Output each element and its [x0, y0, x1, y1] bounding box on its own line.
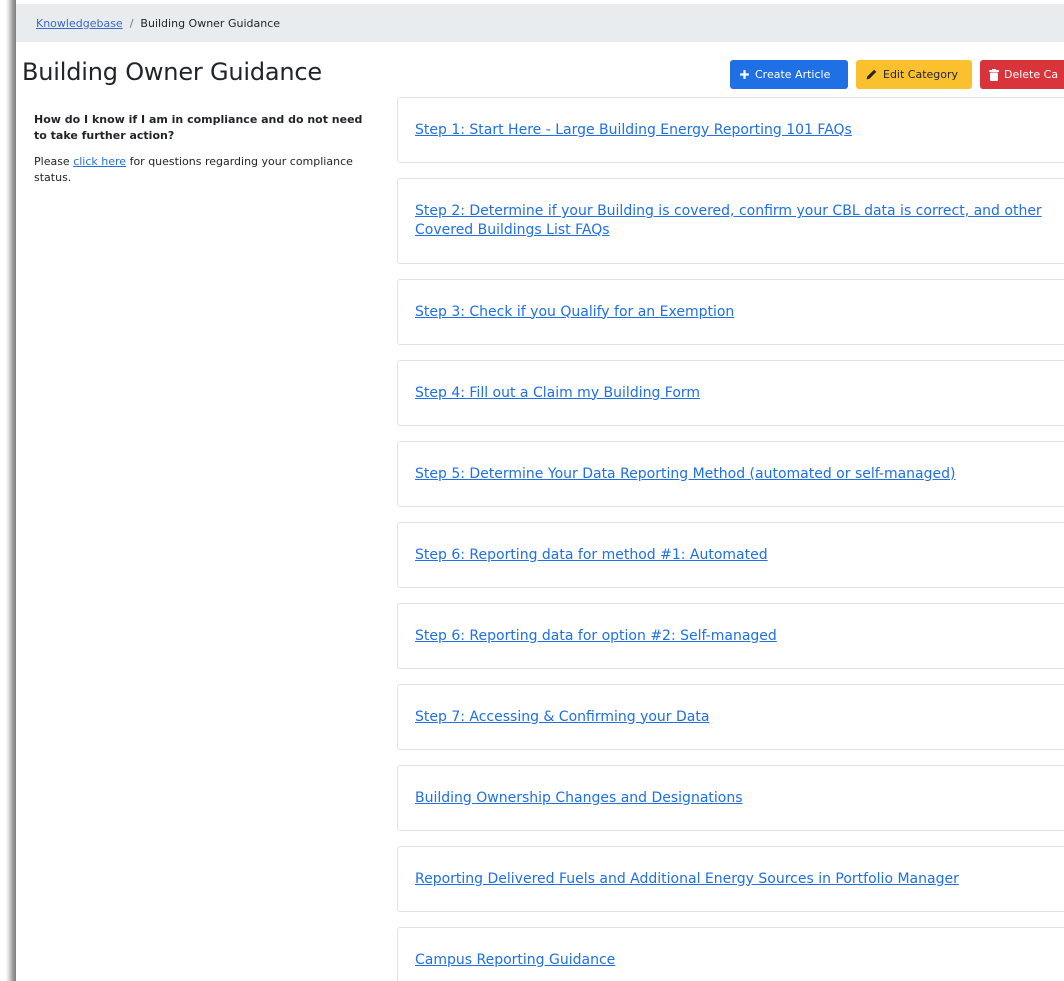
article-link[interactable]: Step 5: Determine Your Data Reporting Me…	[415, 465, 955, 484]
breadcrumb-home-link[interactable]: Knowledgebase	[36, 17, 123, 30]
article-card: Step 1: Start Here - Large Building Ener…	[397, 97, 1064, 163]
article-card: Step 5: Determine Your Data Reporting Me…	[397, 441, 1064, 507]
article-card: Reporting Delivered Fuels and Additional…	[397, 846, 1064, 912]
sidebar-answer: Please click here for questions regardin…	[34, 154, 374, 186]
article-link[interactable]: Step 4: Fill out a Claim my Building For…	[415, 384, 700, 403]
article-link[interactable]: Building Ownership Changes and Designati…	[415, 789, 743, 808]
edit-category-button[interactable]: Edit Category	[856, 60, 972, 89]
article-link[interactable]: Step 6: Reporting data for option #2: Se…	[415, 627, 777, 646]
article-card: Step 7: Accessing & Confirming your Data	[397, 684, 1064, 750]
article-card: Step 3: Check if you Qualify for an Exem…	[397, 279, 1064, 345]
sidebar-answer-prefix: Please	[34, 155, 74, 168]
knowledgebase-page: Knowledgebase / Building Owner Guidance …	[16, 4, 1064, 981]
compliance-click-here-link[interactable]: click here	[73, 155, 126, 168]
article-card: Step 6: Reporting data for option #2: Se…	[397, 603, 1064, 669]
article-card: Step 2: Determine if your Building is co…	[397, 178, 1064, 264]
category-toolbar: Create Article Edit Category Delete Ca	[730, 60, 1064, 89]
delete-category-label: Delete Ca	[1004, 68, 1059, 81]
article-card: Building Ownership Changes and Designati…	[397, 765, 1064, 831]
article-link[interactable]: Campus Reporting Guidance	[415, 951, 615, 970]
article-link[interactable]: Step 3: Check if you Qualify for an Exem…	[415, 303, 734, 322]
create-article-button[interactable]: Create Article	[730, 60, 848, 89]
article-link[interactable]: Step 7: Accessing & Confirming your Data	[415, 708, 709, 727]
create-article-label: Create Article	[755, 68, 831, 81]
sidebar-question: How do I know if I am in compliance and …	[34, 113, 363, 142]
article-link[interactable]: Step 1: Start Here - Large Building Ener…	[415, 121, 852, 140]
article-list: Step 1: Start Here - Large Building Ener…	[397, 97, 1064, 981]
article-link[interactable]: Reporting Delivered Fuels and Additional…	[415, 870, 959, 889]
category-sidebar: How do I know if I am in compliance and …	[34, 112, 374, 186]
article-card: Campus Reporting Guidance	[397, 927, 1064, 981]
article-link[interactable]: Step 6: Reporting data for method #1: Au…	[415, 546, 768, 565]
plus-icon	[739, 69, 750, 80]
pencil-icon	[865, 68, 878, 81]
breadcrumb: Knowledgebase / Building Owner Guidance	[16, 4, 1064, 42]
article-link[interactable]: Step 2: Determine if your Building is co…	[415, 202, 1064, 240]
breadcrumb-separator: /	[129, 16, 134, 30]
article-card: Step 4: Fill out a Claim my Building For…	[397, 360, 1064, 426]
delete-category-button[interactable]: Delete Ca	[980, 60, 1064, 89]
window-shadow	[0, 0, 16, 981]
breadcrumb-current: Building Owner Guidance	[140, 16, 281, 30]
page-title: Building Owner Guidance	[22, 58, 322, 86]
trash-icon	[989, 68, 999, 81]
article-card: Step 6: Reporting data for method #1: Au…	[397, 522, 1064, 588]
edit-category-label: Edit Category	[883, 68, 959, 81]
